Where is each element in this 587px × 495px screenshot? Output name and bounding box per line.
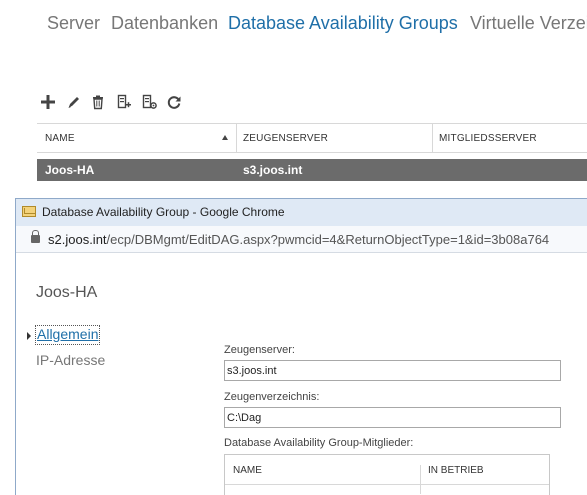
witness-server-input[interactable] bbox=[224, 360, 561, 381]
nav-tab-server[interactable]: Server bbox=[47, 13, 100, 34]
column-header-operational[interactable]: IN BETRIEB bbox=[428, 465, 484, 476]
dag-properties-window: Database Availability Group - Google Chr… bbox=[15, 198, 587, 495]
lock-icon bbox=[31, 230, 40, 243]
url-text: s2.joos.int/ecp/DBMgmt/EditDAG.aspx?pwmc… bbox=[48, 232, 549, 247]
edit-icon[interactable] bbox=[64, 91, 84, 113]
url-host: s2.joos.int bbox=[48, 232, 107, 247]
column-separator[interactable] bbox=[236, 124, 237, 153]
witness-server-label: Zeugenserver: bbox=[224, 344, 295, 356]
column-separator[interactable] bbox=[420, 465, 421, 494]
column-separator[interactable] bbox=[432, 124, 433, 153]
nav-tab-virtual-directories[interactable]: Virtuelle Verzeic bbox=[470, 13, 587, 34]
column-header-name[interactable]: NAME bbox=[45, 133, 75, 144]
mail-envelope-icon bbox=[22, 206, 36, 217]
members-label: Database Availability Group-Mitglieder: bbox=[224, 437, 414, 449]
column-header-witness-server[interactable]: ZEUGENSERVER bbox=[243, 133, 328, 144]
address-bar[interactable]: s2.joos.int/ecp/DBMgmt/EditDAG.aspx?pwmc… bbox=[16, 226, 587, 253]
nav-link-general[interactable]: Allgemein bbox=[34, 325, 101, 345]
nav-tab-dag[interactable]: Database Availability Groups bbox=[228, 13, 458, 34]
url-path: /ecp/DBMgmt/EditDAG.aspx?pwmcid=4&Return… bbox=[106, 232, 550, 247]
dag-list-header: NAME ZEUGENSERVER MITGLIEDSSERVER bbox=[37, 123, 587, 153]
table-row[interactable]: Joos-HA s3.joos.int bbox=[37, 159, 587, 181]
witness-directory-input[interactable] bbox=[224, 407, 561, 428]
window-titlebar[interactable]: Database Availability Group - Google Chr… bbox=[16, 199, 587, 226]
nav-tab-databases[interactable]: Datenbanken bbox=[111, 13, 218, 34]
window-title: Database Availability Group - Google Chr… bbox=[42, 205, 285, 219]
members-table[interactable]: NAME IN BETRIEB bbox=[224, 454, 550, 495]
add-icon[interactable] bbox=[38, 91, 58, 113]
witness-directory-label: Zeugenverzeichnis: bbox=[224, 391, 320, 403]
refresh-icon[interactable] bbox=[164, 91, 184, 113]
manage-membership-icon[interactable] bbox=[114, 91, 134, 113]
members-table-header: NAME IN BETRIEB bbox=[225, 455, 549, 494]
nav-link-ip-address[interactable]: IP-Adresse bbox=[36, 352, 105, 368]
column-header-member-name[interactable]: NAME bbox=[233, 465, 262, 476]
row-witness-server-cell: s3.joos.int bbox=[243, 163, 303, 177]
top-navigation: Server Datenbanken Database Availability… bbox=[0, 0, 587, 50]
configure-network-icon[interactable] bbox=[139, 91, 159, 113]
caret-right-icon bbox=[27, 332, 31, 340]
row-name-cell: Joos-HA bbox=[45, 163, 95, 177]
column-header-member-servers[interactable]: MITGLIEDSSERVER bbox=[439, 133, 537, 144]
delete-icon[interactable] bbox=[88, 91, 108, 113]
sort-ascending-icon bbox=[222, 135, 228, 140]
page-title: Joos-HA bbox=[36, 284, 98, 301]
